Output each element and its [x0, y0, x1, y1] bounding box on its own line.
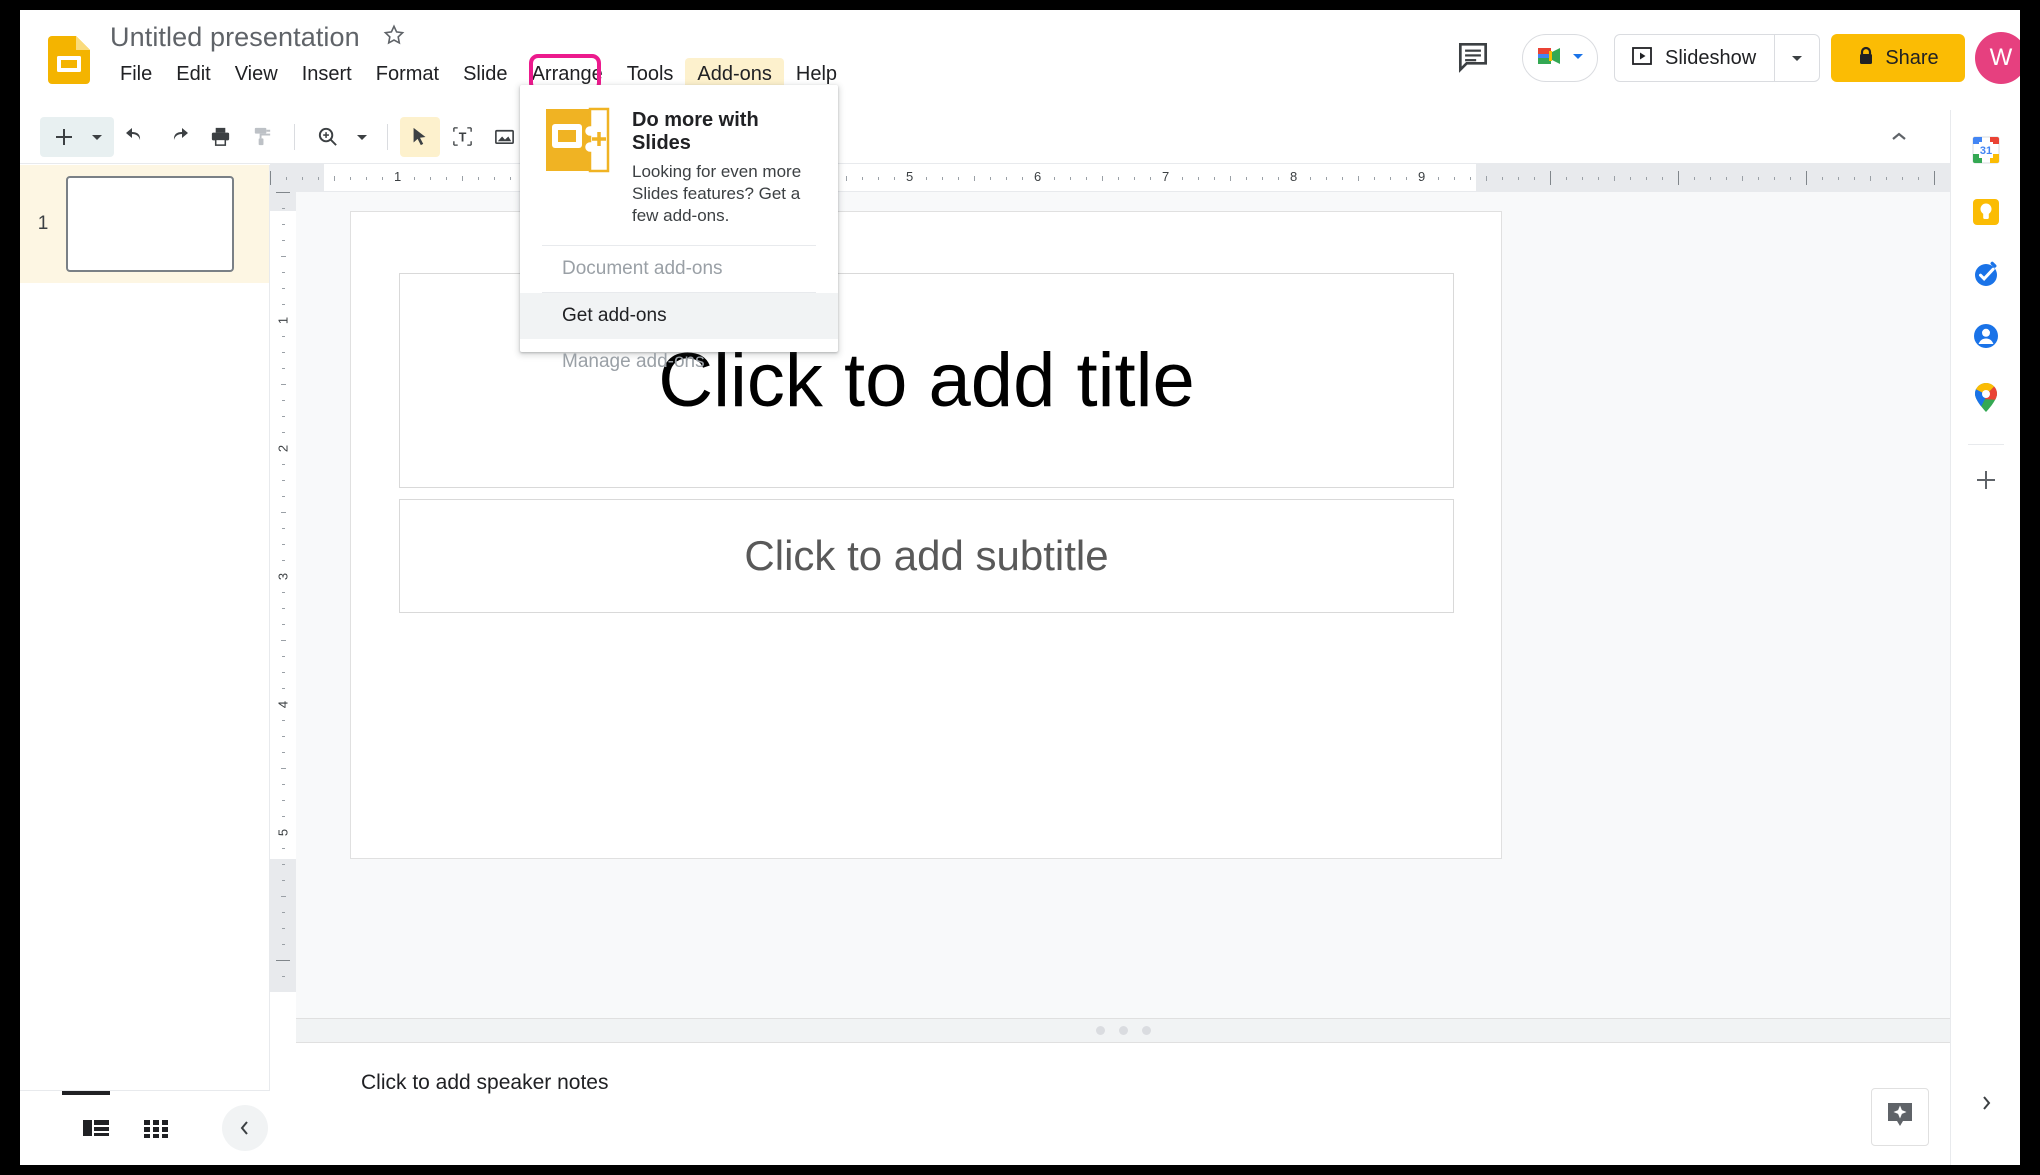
google-maps-icon[interactable] [1966, 378, 2006, 418]
sidebar-divider [1967, 444, 2004, 445]
chevron-up-icon[interactable] [1882, 122, 1916, 152]
grip-dot [1095, 1026, 1105, 1035]
vertical-ruler[interactable]: 1 2 3 4 5 [270, 192, 296, 992]
new-slide-chevron-down-icon[interactable] [84, 117, 110, 157]
menu-item-document-add-ons: Document add-ons [562, 258, 723, 280]
slideshow-main[interactable]: Slideshow [1615, 35, 1774, 81]
grip-dot [1141, 1026, 1151, 1035]
menu-item-manage-add-ons: Manage add-ons [562, 351, 705, 373]
addons-promo-text: Do more with Slides Looking for even mor… [632, 107, 816, 227]
active-view-indicator [62, 1091, 110, 1095]
ruler-tick-label: 6 [1034, 169, 1042, 184]
toolbar-divider [387, 123, 388, 150]
zoom-chevron-down-icon[interactable] [349, 117, 375, 157]
undo-icon[interactable] [116, 117, 156, 157]
google-apps-sidebar: 31 [1950, 110, 2020, 1165]
speaker-notes-pane[interactable]: Click to add speaker notes [296, 1042, 1950, 1165]
menu-edit[interactable]: Edit [164, 58, 222, 91]
title-block: Untitled presentation [110, 22, 406, 53]
play-box-icon [1631, 45, 1653, 72]
paint-format-icon[interactable] [242, 117, 282, 157]
ruler-tick-label: 1 [275, 316, 291, 325]
share-button[interactable]: Share [1831, 34, 1965, 82]
slideshow-dropdown-caret[interactable] [1774, 35, 1819, 81]
ruler-tick-label: 2 [275, 444, 291, 453]
google-tasks-icon[interactable] [1966, 254, 2006, 294]
subtitle-placeholder-text: Click to add subtitle [744, 532, 1109, 579]
subtitle-placeholder[interactable]: Click to add subtitle [399, 499, 1454, 613]
google-meet-button[interactable] [1522, 34, 1598, 82]
text-box-icon[interactable]: T [442, 117, 482, 157]
menu-format[interactable]: Format [364, 58, 451, 91]
svg-text:31: 31 [1979, 145, 1991, 157]
new-slide-group[interactable] [40, 116, 114, 157]
chevron-down-icon [1571, 49, 1585, 68]
menu-file[interactable]: File [108, 58, 164, 91]
ruler-tick-label: 3 [275, 572, 291, 581]
star-outline-icon[interactable] [382, 23, 406, 52]
grid-view-icon[interactable] [126, 1105, 186, 1151]
svg-text:T: T [458, 130, 466, 144]
cursor-arrow-icon[interactable] [400, 116, 440, 157]
ruler-tick-label: 4 [275, 700, 291, 709]
ruler-tick-label: 5 [906, 169, 914, 184]
toolbar-divider [294, 123, 295, 150]
google-contacts-icon[interactable] [1966, 316, 2006, 356]
chevron-left-icon[interactable] [222, 1105, 268, 1151]
google-keep-icon[interactable] [1966, 192, 2006, 232]
ruler-tick-label: 7 [1162, 169, 1170, 184]
ruler-tick-label: 9 [1418, 169, 1426, 184]
document-title[interactable]: Untitled presentation [110, 22, 360, 53]
chevron-right-icon[interactable] [1951, 1083, 2020, 1123]
avatar-initial: W [1989, 44, 2013, 71]
explore-sparkle-icon [1885, 1100, 1915, 1135]
addons-promo-title: Do more with Slides [632, 109, 759, 154]
toolbar: T [20, 110, 1950, 164]
plus-icon[interactable] [44, 117, 84, 157]
plus-icon[interactable] [1973, 467, 1999, 501]
ruler-tick-label: 8 [1290, 169, 1298, 184]
google-calendar-icon[interactable]: 31 [1966, 130, 2006, 170]
speaker-notes-placeholder: Click to add speaker notes [361, 1071, 609, 1094]
lock-icon [1857, 46, 1875, 71]
slide-number: 1 [37, 213, 49, 234]
google-slides-window: Untitled presentation File Edit View Ins… [20, 10, 2020, 1165]
addons-promo-body: Looking for even more Slides features? G… [632, 162, 802, 226]
slides-logo-icon[interactable] [48, 36, 90, 84]
print-icon[interactable] [200, 117, 240, 157]
slideshow-label: Slideshow [1665, 46, 1757, 69]
slideshow-button[interactable]: Slideshow [1614, 34, 1821, 82]
addons-promo: Do more with Slides Looking for even mor… [520, 85, 838, 245]
menu-view[interactable]: View [223, 58, 290, 91]
menu-slide[interactable]: Slide [451, 58, 519, 91]
share-label: Share [1885, 46, 1939, 69]
redo-icon[interactable] [158, 117, 198, 157]
slide-thumbnail-1[interactable]: 1 [20, 165, 269, 283]
zoom-icon[interactable] [307, 117, 347, 157]
menu-item-get-add-ons[interactable]: Get add-ons [520, 293, 838, 340]
menu-insert[interactable]: Insert [290, 58, 364, 91]
comment-history-icon[interactable] [1454, 38, 1492, 76]
ruler-tick-label: 1 [394, 169, 402, 184]
view-mode-bar [20, 1090, 270, 1165]
addon-puzzle-icon [544, 107, 610, 227]
addons-dropdown-menu: Do more with Slides Looking for even mor… [520, 85, 838, 372]
top-bar: Untitled presentation File Edit View Ins… [20, 10, 2020, 110]
notes-resize-handle[interactable] [296, 1018, 1950, 1042]
ruler-tick-label: 5 [275, 828, 291, 837]
google-meet-icon [1535, 44, 1567, 73]
grip-dot [1118, 1026, 1128, 1035]
slide-thumbnail-preview [66, 176, 234, 272]
image-icon[interactable] [484, 117, 524, 157]
user-avatar[interactable]: W [1975, 32, 2020, 84]
explore-button[interactable] [1871, 1088, 1929, 1146]
slide-thumbnail-panel: 1 [20, 165, 270, 1090]
filmstrip-view-icon[interactable] [66, 1105, 126, 1151]
